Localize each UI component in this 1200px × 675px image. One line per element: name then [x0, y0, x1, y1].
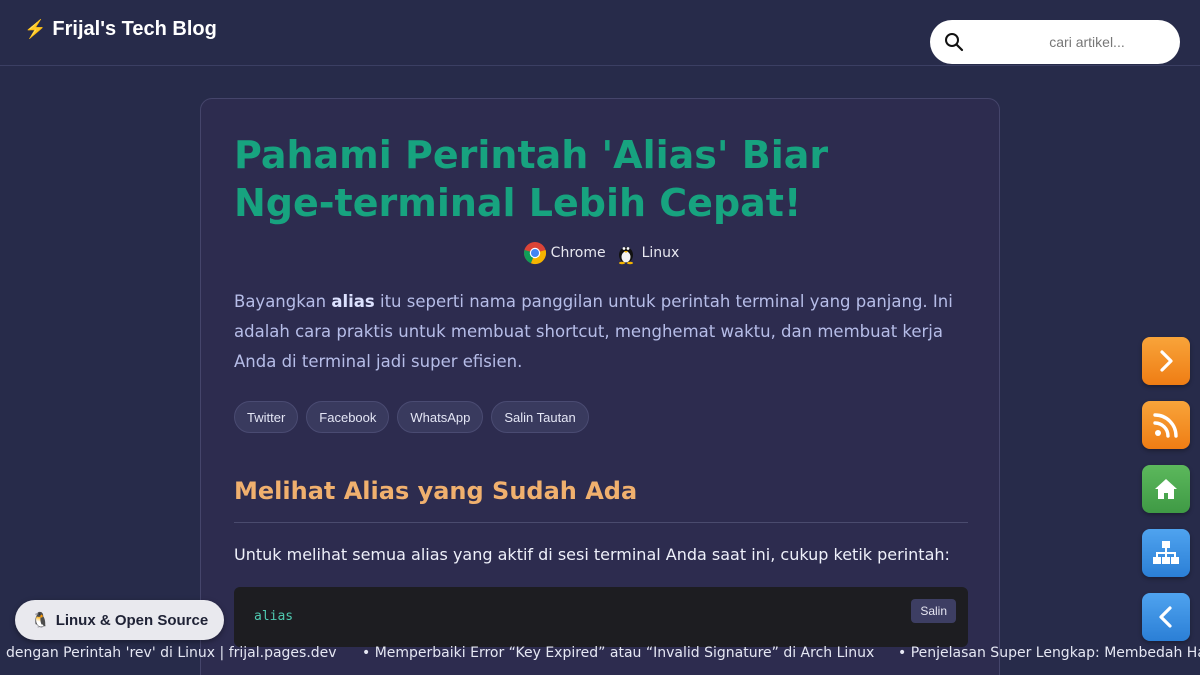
- tux-icon: [618, 247, 633, 265]
- penguin-icon: 🐧: [31, 612, 50, 629]
- code-block: alias Salin: [234, 587, 968, 647]
- site-title: Frijal's Tech Blog: [52, 18, 217, 40]
- platform-chrome: Chrome: [523, 241, 606, 265]
- share-twitter-button[interactable]: Twitter: [234, 401, 299, 433]
- rss-icon: [1153, 413, 1178, 438]
- section-heading: Melihat Alias yang Sudah Ada: [234, 477, 638, 505]
- platform-label: Linux: [641, 245, 680, 261]
- site-brand[interactable]: ⚡ Frijal's Tech Blog: [24, 18, 217, 41]
- rss-feed-button[interactable]: [1142, 401, 1190, 449]
- search-input[interactable]: [974, 20, 1170, 64]
- platform-linux: Linux: [614, 241, 680, 265]
- ticker-item[interactable]: • Memperbaiki Error “Key Expired” atau “…: [362, 645, 874, 661]
- sitemap-button[interactable]: [1142, 529, 1190, 577]
- next-article-button[interactable]: [1142, 337, 1190, 385]
- ticker-item[interactable]: • Penjelasan Super Lengkap: Membedah Has: [898, 645, 1200, 661]
- search-icon: [945, 33, 964, 52]
- home-button[interactable]: [1142, 465, 1190, 513]
- chrome-icon: [523, 242, 546, 265]
- ticker-item[interactable]: dengan Perintah 'rev' di Linux | frijal.…: [6, 645, 337, 661]
- sitemap-icon: [1153, 541, 1179, 564]
- search-box: [930, 20, 1180, 64]
- lightning-icon: ⚡: [24, 19, 47, 39]
- chevron-right-icon: [1160, 350, 1173, 372]
- home-icon: [1155, 479, 1177, 499]
- share-whatsapp-button[interactable]: WhatsApp: [397, 401, 484, 433]
- news-ticker: dengan Perintah 'rev' di Linux | frijal.…: [0, 644, 1200, 666]
- category-badge[interactable]: 🐧 Linux & Open Source: [15, 600, 225, 640]
- article-title: Pahami Perintah 'Alias' Biar Nge-termina…: [234, 133, 829, 225]
- site-header: ⚡ Frijal's Tech Blog: [0, 0, 1200, 66]
- previous-article-button[interactable]: [1142, 593, 1190, 641]
- section-paragraph: Untuk melihat semua alias yang aktif di …: [234, 545, 950, 564]
- copy-link-button[interactable]: Salin Tautan: [491, 401, 589, 433]
- article-card: Pahami Perintah 'Alias' Biar Nge-termina…: [200, 98, 1000, 675]
- code-text[interactable]: alias: [254, 609, 293, 624]
- intro-text: Bayangkan: [234, 292, 332, 311]
- platform-tags: Chrome Linux: [201, 241, 1001, 265]
- share-facebook-button[interactable]: Facebook: [306, 401, 390, 433]
- share-buttons: Twitter Facebook WhatsApp Salin Tautan: [234, 401, 589, 433]
- divider: [234, 522, 968, 523]
- copy-code-button[interactable]: Salin: [911, 599, 956, 623]
- chevron-left-icon: [1159, 606, 1172, 628]
- intro-keyword: alias: [331, 292, 375, 311]
- platform-label: Chrome: [550, 245, 606, 261]
- article-intro: Bayangkan alias itu seperti nama panggil…: [234, 287, 969, 377]
- category-label: Linux & Open Source: [55, 611, 209, 629]
